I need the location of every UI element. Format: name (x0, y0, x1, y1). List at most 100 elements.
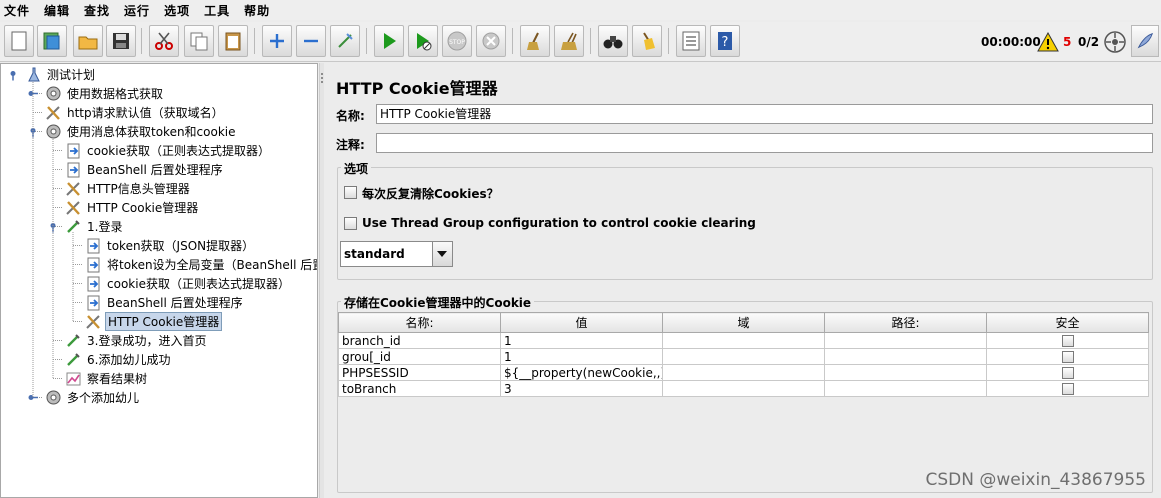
menu-search[interactable]: 查找 (84, 2, 110, 19)
cookie-value-cell[interactable]: 3 (500, 380, 663, 397)
help-button[interactable]: ? (710, 25, 740, 57)
search-button[interactable] (598, 25, 628, 57)
table-row[interactable]: PHPSESSID ${__property(newCookie,,)}; (338, 364, 1149, 381)
column-header-path[interactable]: 路径: (824, 312, 987, 333)
secure-checkbox[interactable] (1061, 335, 1074, 347)
column-header-name[interactable]: 名称: (338, 312, 501, 333)
clear-each-iteration-label: 每次反复清除Cookies？ (362, 187, 499, 201)
tree-toggle[interactable] (10, 71, 16, 81)
stop-button[interactable]: STOP (442, 25, 472, 57)
tree-item[interactable]: 察看结果树 (65, 369, 149, 388)
tree-item[interactable]: 多个添加幼儿 (45, 388, 141, 407)
menu-options[interactable]: 选项 (164, 2, 190, 19)
cookie-domain-cell[interactable] (662, 364, 825, 381)
tree-item[interactable]: http请求默认值（获取域名） (45, 103, 226, 122)
menu-file[interactable]: 文件 (4, 2, 30, 19)
tree-item-label: http请求默认值（获取域名） (67, 106, 224, 120)
tree-item[interactable]: 6.添加幼儿成功 (65, 350, 172, 369)
cookie-path-cell[interactable] (824, 348, 987, 365)
cookie-policy-select[interactable]: standard (340, 241, 453, 267)
clear-each-iteration-checkbox[interactable] (344, 186, 357, 199)
tree-item[interactable]: 使用数据格式获取 (45, 84, 165, 103)
cookie-path-cell[interactable] (824, 380, 987, 397)
thread-group-config-checkbox[interactable] (344, 217, 357, 230)
tree-item[interactable]: token获取（JSON提取器） (85, 236, 256, 255)
remote-button[interactable] (1131, 25, 1159, 57)
toggle-button[interactable] (330, 25, 360, 57)
tree-item[interactable]: 1.登录 (65, 217, 124, 236)
cookie-name-cell[interactable]: grou[_id (338, 348, 501, 365)
cookie-path-cell[interactable] (824, 332, 987, 349)
tree-item[interactable]: 测试计划 (25, 65, 97, 84)
cookie-value-cell[interactable]: ${__property(newCookie,,)}; (500, 364, 663, 381)
toolbar-separator (512, 28, 513, 54)
save-button[interactable] (106, 25, 136, 57)
new-button[interactable] (4, 25, 34, 57)
collapse-all-button[interactable] (296, 25, 326, 57)
cookie-name-cell[interactable]: toBranch (338, 380, 501, 397)
comment-field[interactable] (376, 133, 1153, 153)
tree-item[interactable]: BeanShell 后置处理程序 (85, 293, 245, 312)
table-row[interactable]: grou[_id 1 (338, 348, 1149, 365)
start-no-pauses-button[interactable] (408, 25, 438, 57)
open-button[interactable] (73, 25, 103, 57)
cookie-domain-cell[interactable] (662, 332, 825, 349)
test-plan-tree[interactable]: 测试计划 使用数据格式获取 http请求默认值（获取域名） 使用消息体获取token和… (0, 63, 318, 498)
tree-item[interactable]: 3.登录成功，进入首页 (65, 331, 208, 350)
column-header-domain[interactable]: 域 (662, 312, 825, 333)
cookie-name-cell[interactable]: branch_id (338, 332, 501, 349)
shutdown-button[interactable] (476, 25, 506, 57)
name-label: 名称: (336, 109, 365, 123)
cookie-value-cell[interactable]: 1 (500, 332, 663, 349)
copy-button[interactable] (184, 25, 214, 57)
cookie-secure-cell[interactable] (986, 332, 1149, 349)
clear-button[interactable] (520, 25, 550, 57)
table-row[interactable]: branch_id 1 (338, 332, 1149, 349)
stored-cookies-title: 存储在Cookie管理器中的Cookie (341, 294, 535, 311)
cookie-secure-cell[interactable] (986, 364, 1149, 381)
name-field[interactable]: HTTP Cookie管理器 (376, 104, 1153, 124)
tree-toggle[interactable] (28, 395, 39, 400)
secure-checkbox[interactable] (1061, 383, 1074, 395)
cookie-domain-cell[interactable] (662, 380, 825, 397)
secure-checkbox[interactable] (1061, 367, 1074, 379)
cookie-path-cell[interactable] (824, 364, 987, 381)
tree-item[interactable]: HTTP信息头管理器 (65, 179, 192, 198)
function-helper-button[interactable] (676, 25, 706, 57)
tree-item[interactable]: HTTP Cookie管理器 (65, 198, 200, 217)
cookie-value-cell[interactable]: 1 (500, 348, 663, 365)
templates-button[interactable] (37, 25, 67, 57)
tree-item[interactable]: 使用消息体获取token和cookie (45, 122, 238, 141)
tree-item[interactable]: cookie获取（正则表达式提取器） (65, 141, 272, 160)
expand-all-button[interactable] (262, 25, 292, 57)
cookie-name-cell[interactable]: PHPSESSID (338, 364, 501, 381)
tree-item[interactable]: 将token设为全局变量（BeanShell 后置 (85, 255, 317, 274)
reset-search-button[interactable] (632, 25, 662, 57)
dropdown-arrow[interactable] (432, 242, 452, 266)
active-thread-count: 0/2 (1078, 35, 1100, 49)
table-row[interactable]: toBranch 3 (338, 380, 1149, 397)
menu-edit[interactable]: 编辑 (44, 2, 70, 19)
thread-group-config-label: Use Thread Group configuration to contro… (362, 216, 756, 230)
tree-item[interactable]: cookie获取（正则表达式提取器） (85, 274, 292, 293)
column-header-secure[interactable]: 安全 (986, 312, 1149, 333)
menu-run[interactable]: 运行 (124, 2, 150, 19)
clear-all-button[interactable] (554, 25, 584, 57)
cookie-secure-cell[interactable] (986, 380, 1149, 397)
cookie-table[interactable]: 名称: 值 域 路径: 安全 branch_id 1 grou[_id 1 PH… (338, 312, 1149, 397)
warning-icon[interactable] (1037, 32, 1059, 52)
config-tools-icon (65, 180, 82, 197)
column-header-value[interactable]: 值 (500, 312, 663, 333)
tree-toggle[interactable] (28, 91, 39, 96)
paste-button[interactable] (218, 25, 248, 57)
menu-help[interactable]: 帮助 (244, 2, 270, 19)
splitter[interactable] (319, 63, 324, 498)
tree-item[interactable]: BeanShell 后置处理程序 (65, 160, 225, 179)
cut-button[interactable] (149, 25, 179, 57)
tree-item[interactable]: HTTP Cookie管理器 (85, 312, 223, 331)
start-button[interactable] (374, 25, 404, 57)
cookie-domain-cell[interactable] (662, 348, 825, 365)
menu-tools[interactable]: 工具 (204, 2, 230, 19)
cookie-secure-cell[interactable] (986, 348, 1149, 365)
secure-checkbox[interactable] (1061, 351, 1074, 363)
